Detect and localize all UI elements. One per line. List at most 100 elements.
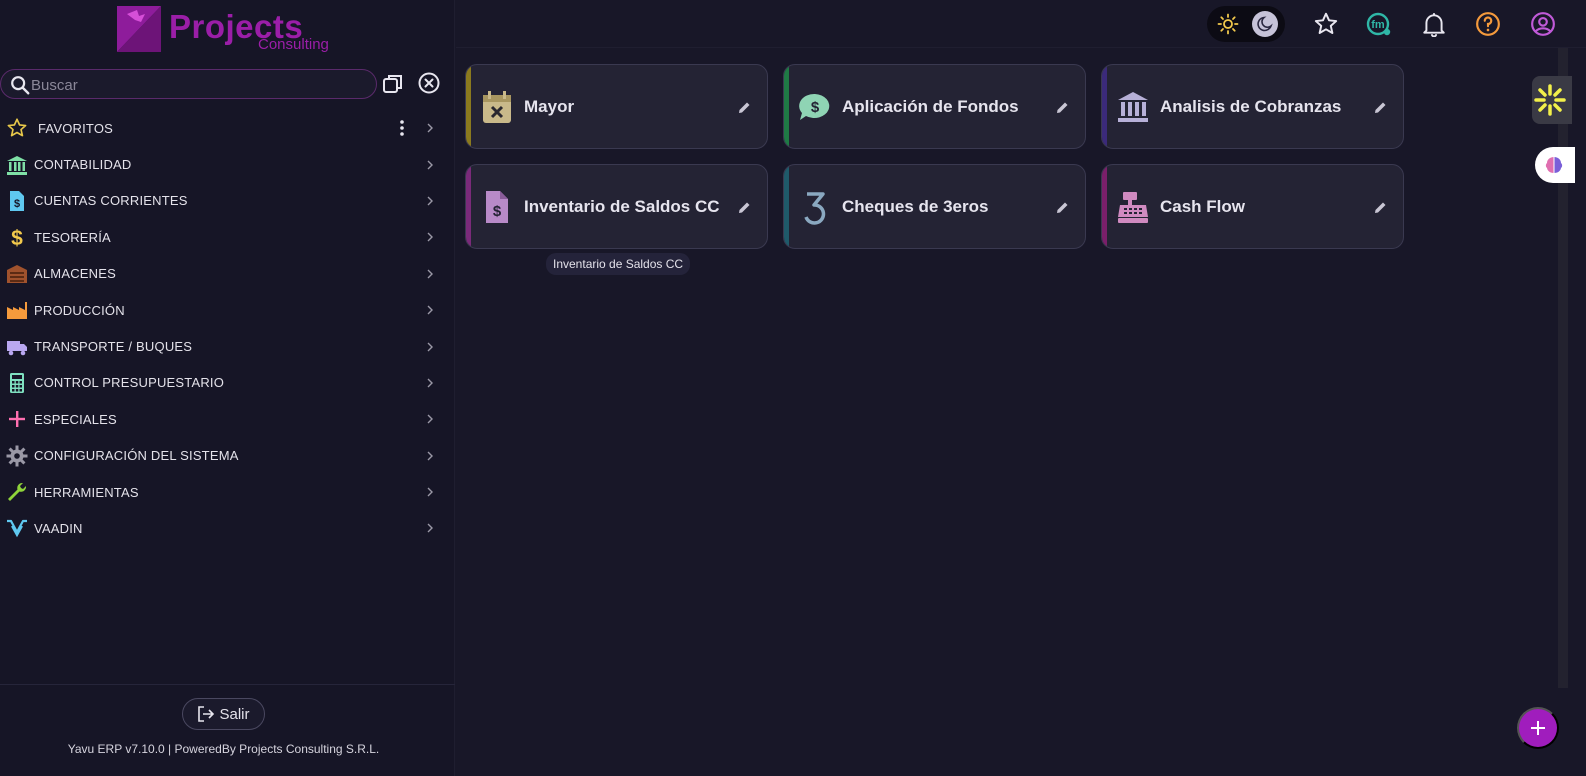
add-button[interactable] — [1517, 707, 1559, 749]
brand-sub: Consulting — [258, 36, 329, 53]
truck-icon — [6, 336, 28, 358]
shortcut-card-aplicacion-de-fondos[interactable]: $ Aplicación de Fondos — [783, 64, 1086, 149]
sidebar-item-cuentas-corrientes[interactable]: $ CUENTAS CORRIENTES — [0, 183, 455, 219]
sidebar-item-label: VAADIN — [34, 520, 83, 536]
edit-icon[interactable] — [736, 200, 752, 216]
sidebar-item-contabilidad[interactable]: CONTABILIDAD — [0, 146, 455, 182]
bank-icon — [1118, 92, 1148, 122]
invoice-dollar-icon: $ — [486, 191, 508, 223]
sidebar-item-transporte[interactable]: TRANSPORTE / BUQUES — [0, 328, 455, 364]
edit-icon[interactable] — [1054, 200, 1070, 216]
sun-icon[interactable] — [1217, 13, 1239, 35]
svg-text:$: $ — [811, 99, 820, 116]
chevron-right-icon — [427, 269, 433, 279]
card-title: Cheques de 3eros — [842, 197, 989, 216]
chevron-right-icon — [427, 451, 433, 461]
sidebar-item-label: FAVORITOS — [38, 120, 114, 136]
edit-icon[interactable] — [1054, 100, 1070, 116]
brand-logo[interactable]: Projects Consulting — [115, 4, 330, 54]
chevron-right-icon — [427, 305, 433, 315]
tutorial-icon[interactable]: fm — [1366, 11, 1392, 37]
card-accent — [1102, 165, 1107, 248]
chevron-right-icon — [427, 160, 433, 170]
sidebar-item-configuracion[interactable]: CONFIGURACIÓN DEL SISTEMA — [0, 438, 455, 474]
shortcut-card-mayor[interactable]: Mayor — [465, 64, 768, 149]
card-accent — [784, 165, 789, 248]
theme-toggle[interactable] — [1207, 6, 1285, 42]
money-chat-icon: $ — [799, 93, 830, 120]
sparkle-icon — [1534, 84, 1566, 116]
card-title: Mayor — [524, 97, 575, 116]
close-circle-icon[interactable] — [417, 71, 441, 95]
svg-text:$: $ — [493, 203, 502, 220]
shortcut-card-cash-flow[interactable]: Cash Flow — [1101, 164, 1404, 249]
card-accent — [1102, 65, 1107, 148]
user-icon[interactable] — [1530, 11, 1556, 37]
plus-icon — [6, 408, 28, 430]
svg-text:$: $ — [14, 198, 20, 210]
bank-icon — [6, 154, 28, 176]
sidebar-footer: Salir Yavu ERP v7.10.0 | PoweredBy Proje… — [0, 684, 455, 776]
window-restore-icon[interactable] — [381, 72, 405, 96]
more-vertical-icon[interactable] — [396, 119, 408, 137]
plus-icon — [1531, 721, 1545, 735]
dollar-icon: $ — [6, 226, 28, 248]
card-accent — [466, 65, 471, 148]
sidebar-item-favoritos[interactable]: FAVORITOS — [0, 110, 455, 146]
sidebar-menu: FAVORITOS CONTABILIDAD $ CUENTAS CORRIEN… — [0, 110, 455, 547]
wrench-icon — [6, 481, 28, 503]
sidebar-item-vaadin[interactable]: VAADIN — [0, 510, 455, 546]
chevron-right-icon — [427, 342, 433, 352]
svg-text:$: $ — [11, 227, 23, 248]
top-bar: fm — [456, 0, 1586, 48]
scrollbar[interactable] — [1558, 48, 1568, 688]
sidebar-item-label: TRANSPORTE / BUQUES — [34, 339, 193, 355]
sidebar-item-almacenes[interactable]: ALMACENES — [0, 256, 455, 292]
chevron-right-icon — [427, 232, 433, 242]
sidebar-item-label: CONFIGURACIÓN DEL SISTEMA — [34, 448, 239, 464]
moon-icon[interactable] — [1252, 11, 1278, 37]
vaadin-icon — [6, 517, 28, 539]
logout-icon — [198, 706, 215, 722]
svg-text:fm: fm — [1371, 19, 1385, 31]
card-accent — [784, 65, 789, 148]
gear-icon — [6, 445, 28, 467]
version-text: Yavu ERP v7.10.0 | PoweredBy Projects Co… — [67, 742, 380, 756]
app-root: Projects Consulting Buscar FAVORITOS CON… — [0, 0, 1586, 776]
sidebar-item-label: CONTROL PRESUPUESTARIO — [34, 375, 225, 391]
shortcut-card-cheques-de-3eros[interactable]: Cheques de 3eros — [783, 164, 1086, 249]
sidebar-item-tesoreria[interactable]: $ TESORERÍA — [0, 219, 455, 255]
chevron-right-icon — [427, 523, 433, 533]
sidebar-item-label: CONTABILIDAD — [34, 157, 132, 173]
chevron-right-icon — [427, 196, 433, 206]
shortcut-card-analisis-de-cobranzas[interactable]: Analisis de Cobranzas — [1101, 64, 1404, 149]
side-panel-tab[interactable] — [1532, 76, 1572, 124]
shortcut-card-inventario-de-saldos-cc[interactable]: $ Inventario de Saldos CC — [465, 164, 768, 249]
sidebar-item-produccion[interactable]: PRODUCCIÓN — [0, 292, 455, 328]
star-icon[interactable] — [1313, 11, 1339, 37]
card-accent — [466, 165, 471, 248]
logout-button[interactable]: Salir — [182, 698, 265, 730]
sidebar: Projects Consulting Buscar FAVORITOS CON… — [0, 0, 455, 776]
ai-assistant-tab[interactable] — [1535, 147, 1575, 183]
sidebar-item-control-presupuestario[interactable]: CONTROL PRESUPUESTARIO — [0, 365, 455, 401]
sidebar-item-especiales[interactable]: ESPECIALES — [0, 401, 455, 437]
chevron-right-icon — [427, 487, 433, 497]
help-icon[interactable] — [1475, 11, 1501, 37]
search-input[interactable] — [31, 74, 361, 96]
chevron-right-icon — [427, 378, 433, 388]
star-icon — [6, 117, 28, 139]
sidebar-item-herramientas[interactable]: HERRAMIENTAS — [0, 474, 455, 510]
sidebar-item-label: PRODUCCIÓN — [34, 302, 125, 318]
brain-icon — [1545, 157, 1563, 173]
tooltip: Inventario de Saldos CC — [546, 253, 691, 275]
search-row — [0, 68, 455, 100]
logo-mark-icon — [117, 6, 161, 52]
card-title: Analisis de Cobranzas — [1160, 97, 1342, 116]
card-title: Aplicación de Fondos — [842, 97, 1019, 116]
edit-icon[interactable] — [736, 100, 752, 116]
bell-icon[interactable] — [1421, 11, 1447, 37]
edit-icon[interactable] — [1372, 100, 1388, 116]
sidebar-item-label: ALMACENES — [34, 266, 116, 282]
edit-icon[interactable] — [1372, 200, 1388, 216]
